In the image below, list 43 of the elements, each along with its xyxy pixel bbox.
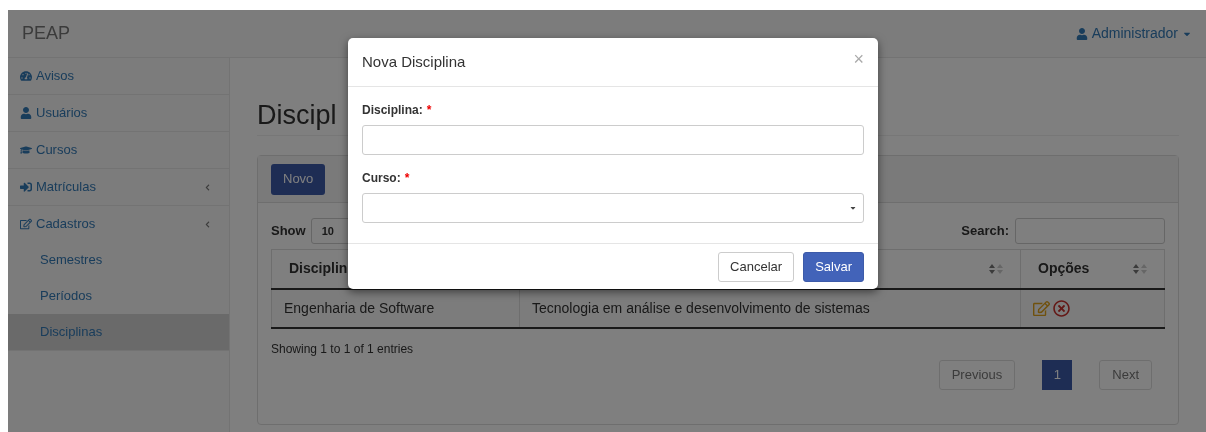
- field-label: Curso:: [362, 170, 401, 187]
- sidebar-subitem[interactable]: Disciplinas: [8, 314, 229, 350]
- caret-icon: [849, 204, 857, 212]
- sidebar-item[interactable]: Usuários: [8, 95, 229, 131]
- page-button[interactable]: 1: [1042, 359, 1073, 390]
- required-mark: *: [426, 102, 432, 119]
- show-label: Show: [271, 222, 306, 241]
- next-button[interactable]: Next: [1099, 359, 1152, 390]
- sort-icon: [989, 263, 1003, 274]
- edit-icon[interactable]: [1033, 299, 1050, 317]
- cancel-button[interactable]: Cancelar: [718, 251, 795, 282]
- user-icon: [20, 107, 32, 119]
- dashboard-icon: [20, 70, 32, 82]
- sidebar-item[interactable]: Matrículas: [8, 169, 229, 205]
- edit-icon: [20, 218, 32, 230]
- course-select[interactable]: [362, 193, 864, 223]
- modal-title: Nova Disciplina: [362, 51, 466, 72]
- input-field[interactable]: [362, 125, 864, 155]
- save-button[interactable]: Salvar: [803, 251, 864, 282]
- sidebar-item[interactable]: Avisos: [8, 58, 229, 94]
- chevron-icon: [204, 183, 211, 191]
- sidebar-item[interactable]: Cadastros: [8, 206, 229, 242]
- field-label: Disciplina:: [362, 102, 423, 119]
- sort-icon: [1133, 263, 1147, 274]
- sidebar-item[interactable]: Cursos: [8, 132, 229, 168]
- graduation-cap-icon: [20, 144, 32, 156]
- previous-button[interactable]: Previous: [938, 359, 1016, 390]
- chevron-icon: [204, 220, 211, 228]
- new-button[interactable]: Novo: [271, 163, 326, 195]
- column-header[interactable]: Opções: [1020, 249, 1165, 289]
- table-info: Showing 1 to 1 of 1 entries: [271, 340, 414, 358]
- sidebar-subitem[interactable]: Períodos: [8, 278, 229, 314]
- search-field[interactable]: [1015, 218, 1165, 244]
- sidebar-subitem[interactable]: Semestres: [8, 242, 229, 278]
- sign-in-icon: [20, 181, 32, 193]
- required-mark: *: [404, 170, 410, 187]
- delete-icon[interactable]: [1053, 299, 1070, 317]
- close-button[interactable]: ×: [853, 50, 864, 68]
- page-heading: Discipl: [257, 102, 337, 129]
- brand-title[interactable]: PEAP: [22, 20, 71, 47]
- user-menu[interactable]: Administrador: [1075, 23, 1192, 44]
- search-label: Search:: [961, 222, 1009, 241]
- user-icon: [1075, 27, 1088, 40]
